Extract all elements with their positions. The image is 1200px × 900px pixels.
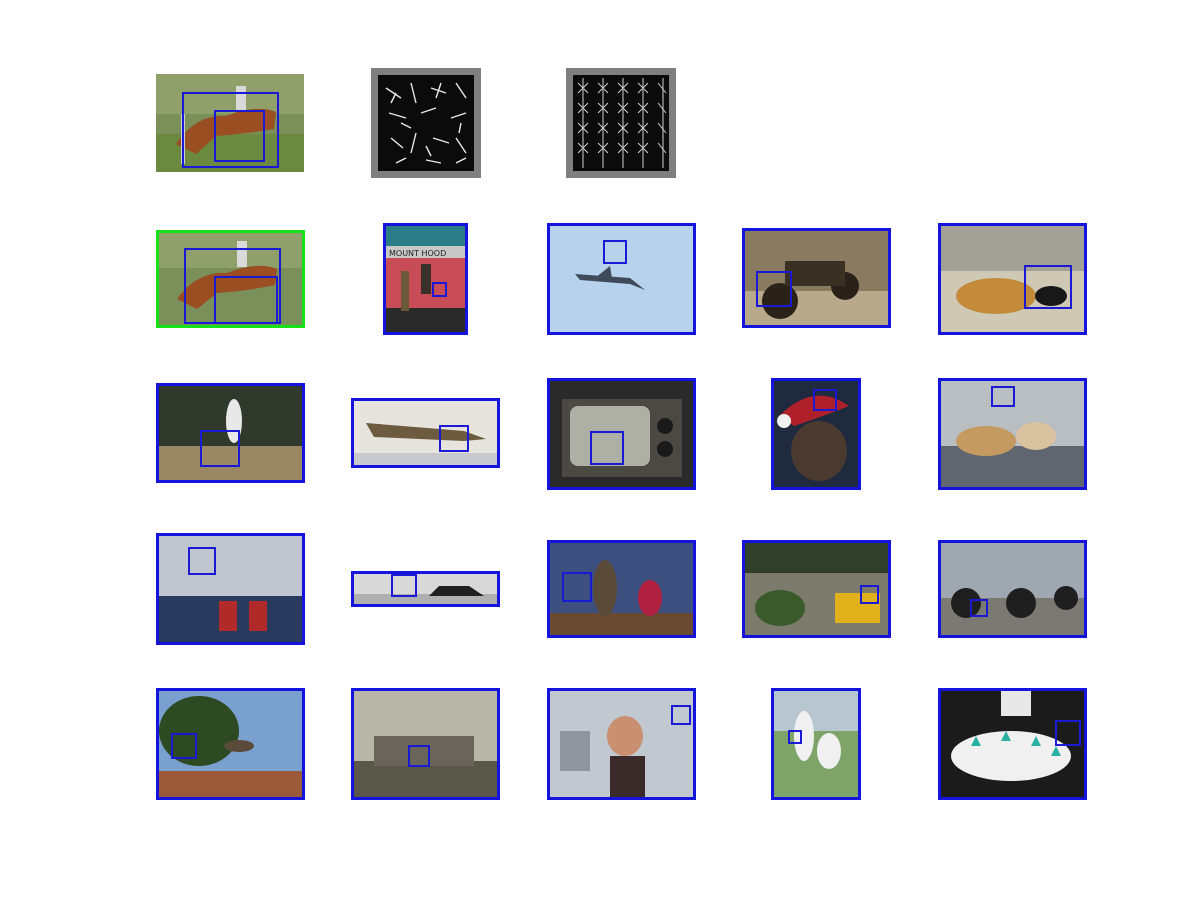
stork-nest-tree-photo-icon bbox=[159, 691, 302, 797]
result-13 bbox=[547, 540, 696, 638]
woman-lab-photo-icon bbox=[550, 691, 693, 797]
stork-on-rock-photo-icon bbox=[159, 386, 302, 480]
result-8 bbox=[547, 378, 696, 490]
result-6 bbox=[156, 383, 305, 483]
santa-hat-cat-photo-icon bbox=[774, 381, 858, 487]
result-16 bbox=[156, 688, 305, 800]
result-1 bbox=[156, 230, 305, 328]
result-9 bbox=[771, 378, 861, 490]
dog-on-sofa-photo-icon bbox=[941, 226, 1084, 332]
svg-text:MOUNT HOOD: MOUNT HOOD bbox=[389, 249, 446, 258]
vintage-motorcycles-photo-icon bbox=[941, 543, 1084, 635]
hog-positive bbox=[371, 68, 481, 178]
result-12 bbox=[351, 571, 500, 607]
result-17 bbox=[351, 688, 500, 800]
result-11 bbox=[156, 533, 305, 645]
detection-box-inner bbox=[214, 110, 265, 162]
result-14 bbox=[742, 540, 891, 638]
cricket-players-photo-icon bbox=[774, 691, 858, 797]
result-19 bbox=[771, 688, 861, 800]
result-4 bbox=[742, 228, 891, 328]
dogs-on-leash-photo-icon bbox=[941, 381, 1084, 487]
result-7 bbox=[351, 398, 500, 468]
dining-table-photo-icon bbox=[941, 691, 1084, 797]
black-car-photo-icon bbox=[354, 574, 497, 604]
classroom-people-photo-icon bbox=[550, 543, 693, 635]
result-20 bbox=[938, 688, 1087, 800]
hog-negative bbox=[566, 68, 676, 178]
result-18 bbox=[547, 688, 696, 800]
result-3 bbox=[547, 223, 696, 335]
retro-television-photo-icon bbox=[550, 381, 693, 487]
mount-hood-train-photo-icon: MOUNT HOOD bbox=[386, 226, 465, 332]
motorcycle-sepia-photo-icon bbox=[745, 231, 888, 325]
airplane-sky-photo-icon bbox=[550, 226, 693, 332]
query-boxes bbox=[182, 92, 279, 168]
hog-negative-icon bbox=[573, 75, 669, 171]
result-15 bbox=[938, 540, 1087, 638]
bomber-airplane-photo-icon bbox=[354, 401, 497, 465]
result-2: MOUNT HOOD bbox=[383, 223, 468, 335]
result-5 bbox=[938, 223, 1087, 335]
airplane-cabin-photo-icon bbox=[159, 536, 302, 642]
hog-positive-icon bbox=[378, 75, 474, 171]
horse-jumping-photo-icon bbox=[159, 233, 302, 325]
result-10 bbox=[938, 378, 1087, 490]
school-bus-field-photo-icon bbox=[745, 543, 888, 635]
lounge-room-photo-icon bbox=[354, 691, 497, 797]
